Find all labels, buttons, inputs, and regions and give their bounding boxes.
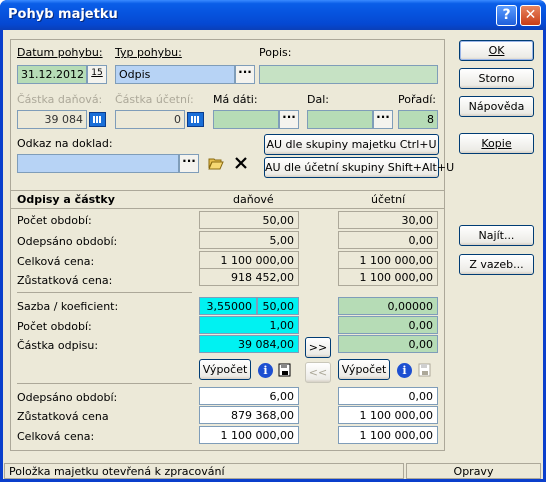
- pocet-obdobi-danove: 50,00: [199, 211, 299, 229]
- castka-odpisu-label: Částka odpisu:: [17, 339, 99, 352]
- dialog-window: Pohyb majetku ? ✕ Datum pohybu: 31.12.20…: [0, 0, 546, 482]
- popis-input[interactable]: [259, 65, 438, 84]
- divider: [17, 383, 192, 384]
- ma-dati-dots-button[interactable]: ···: [279, 110, 299, 129]
- col-danove-header: daňové: [233, 193, 274, 206]
- typ-dots-button[interactable]: ···: [235, 65, 255, 84]
- calculator-icon[interactable]: [187, 112, 204, 127]
- zustatkova-cena-label: Zůstatková cena:: [17, 274, 113, 287]
- typ-label: Typ pohybu:: [115, 46, 182, 59]
- save-icon: [418, 363, 431, 377]
- castka-odpisu-ucetni-input[interactable]: 0,00: [338, 335, 438, 353]
- odkaz-dots-button[interactable]: ···: [179, 154, 199, 173]
- window-title: Pohyb majetku: [8, 7, 118, 22]
- vypocet-ucetni-button[interactable]: Výpočet: [338, 359, 390, 380]
- odepsano-obdobi2-danove: 6,00: [199, 387, 299, 405]
- close-title-button[interactable]: ✕: [520, 5, 541, 26]
- zustatkova-cena2-danove: 879 368,00: [199, 406, 299, 424]
- zustatkova-cena2-ucetni: 1 100 000,00: [338, 406, 438, 424]
- celkova-cena2-label: Celková cena:: [17, 430, 95, 443]
- title-bar[interactable]: Pohyb majetku ? ✕: [0, 0, 546, 30]
- celkova-cena2-danove: 1 100 000,00: [199, 426, 299, 444]
- celkova-cena2-ucetni: 1 100 000,00: [338, 426, 438, 444]
- datum-label: Datum pohybu:: [17, 46, 103, 59]
- vypocet-danove-button[interactable]: Výpočet: [199, 359, 251, 380]
- popis-label: Popis:: [259, 46, 292, 59]
- status-mode: Opravy: [406, 463, 541, 479]
- odepsano-obdobi2-ucetni: 0,00: [338, 387, 438, 405]
- pocet-obdobi2-label: Počet období:: [17, 320, 92, 333]
- celkova-cena-ucetni: 1 100 000,00: [338, 251, 438, 269]
- odepsano-obdobi-ucetni: 0,00: [338, 231, 438, 249]
- odepsano-obdobi2-label: Odepsáno období:: [17, 391, 118, 404]
- move-right-button[interactable]: >>: [305, 337, 331, 358]
- ma-dati-label: Má dáti:: [213, 93, 258, 106]
- zustatkova-cena-danove: 918 452,00: [199, 268, 299, 286]
- dialog-client: Datum pohybu: 31.12.2012 15 Typ pohybu: …: [3, 30, 543, 479]
- zustatkova-cena2-label: Zůstatková cena: [17, 410, 109, 423]
- castka-ucetni-label: Částka účetní:: [115, 93, 194, 106]
- help-title-button[interactable]: ?: [496, 5, 517, 26]
- poradi-label: Pořadí:: [398, 93, 436, 106]
- odepsano-obdobi-label: Odepsáno období:: [17, 235, 118, 248]
- info-icon[interactable]: i: [258, 363, 273, 378]
- pocet-obdobi-label: Počet období:: [17, 214, 92, 227]
- au-majetku-button[interactable]: AU dle skupiny majetku Ctrl+U: [264, 134, 439, 155]
- col-ucetni-header: účetní: [371, 193, 406, 206]
- sazba-danove-input[interactable]: 3,55000: [199, 297, 257, 315]
- save-icon[interactable]: [277, 362, 293, 378]
- castka-odpisu-danove-input[interactable]: 39 084,00: [199, 335, 299, 353]
- dal-input[interactable]: [307, 110, 373, 129]
- divider: [17, 292, 192, 293]
- z-vazeb-button[interactable]: Z vazeb...: [459, 254, 534, 275]
- najit-button[interactable]: Najít...: [459, 225, 534, 246]
- datum-input[interactable]: 31.12.2012: [17, 65, 87, 84]
- odkaz-input[interactable]: [17, 154, 179, 173]
- celkova-cena-label: Celková cena:: [17, 255, 95, 268]
- info-icon[interactable]: i: [397, 363, 412, 378]
- pocet-obdobi-danove-input[interactable]: 1,00: [199, 316, 299, 334]
- napoveda-button[interactable]: Nápověda: [459, 96, 534, 117]
- castka-danova-input: 39 084: [17, 110, 87, 129]
- storno-button[interactable]: Storno: [459, 68, 534, 89]
- sazba-ucetni-input[interactable]: 0,00000: [338, 297, 438, 315]
- ma-dati-input[interactable]: [213, 110, 279, 129]
- zustatkova-cena-ucetni: 1 100 000,00: [338, 268, 438, 286]
- status-text: Položka majetku otevřená k zpracování: [4, 463, 404, 479]
- pocet-obdobi-ucetni: 30,00: [338, 211, 438, 229]
- folder-open-icon[interactable]: [208, 155, 224, 171]
- dal-dots-button[interactable]: ···: [373, 110, 393, 129]
- pocet-obdobi-ucetni-input[interactable]: 0,00: [338, 316, 438, 334]
- sazba-label: Sazba / koeficient:: [17, 300, 119, 313]
- poradi-input[interactable]: 8: [398, 110, 438, 129]
- calendar-icon[interactable]: 15: [87, 65, 107, 84]
- koeficient-danove-input[interactable]: 50,00: [257, 297, 299, 315]
- calculator-icon[interactable]: [89, 112, 106, 127]
- odkaz-label: Odkaz na doklad:: [17, 137, 113, 150]
- castka-ucetni-input: 0: [115, 110, 185, 129]
- status-bar: Položka majetku otevřená k zpracování Op…: [3, 461, 543, 479]
- castka-danova-label: Částka daňová:: [17, 93, 103, 106]
- dal-label: Dal:: [307, 93, 329, 106]
- au-ucetni-button[interactable]: AU dle účetní skupiny Shift+Alt+U: [264, 157, 454, 178]
- move-left-button: <<: [305, 362, 331, 383]
- ok-button[interactable]: OK: [459, 40, 534, 61]
- typ-input[interactable]: Odpis: [115, 65, 235, 84]
- delete-x-icon[interactable]: [233, 155, 249, 171]
- odpisy-header: Odpisy a částky: [17, 193, 115, 206]
- celkova-cena-danove: 1 100 000,00: [199, 251, 299, 269]
- kopie-button[interactable]: Kopie: [459, 133, 534, 154]
- odepsano-obdobi-danove: 5,00: [199, 231, 299, 249]
